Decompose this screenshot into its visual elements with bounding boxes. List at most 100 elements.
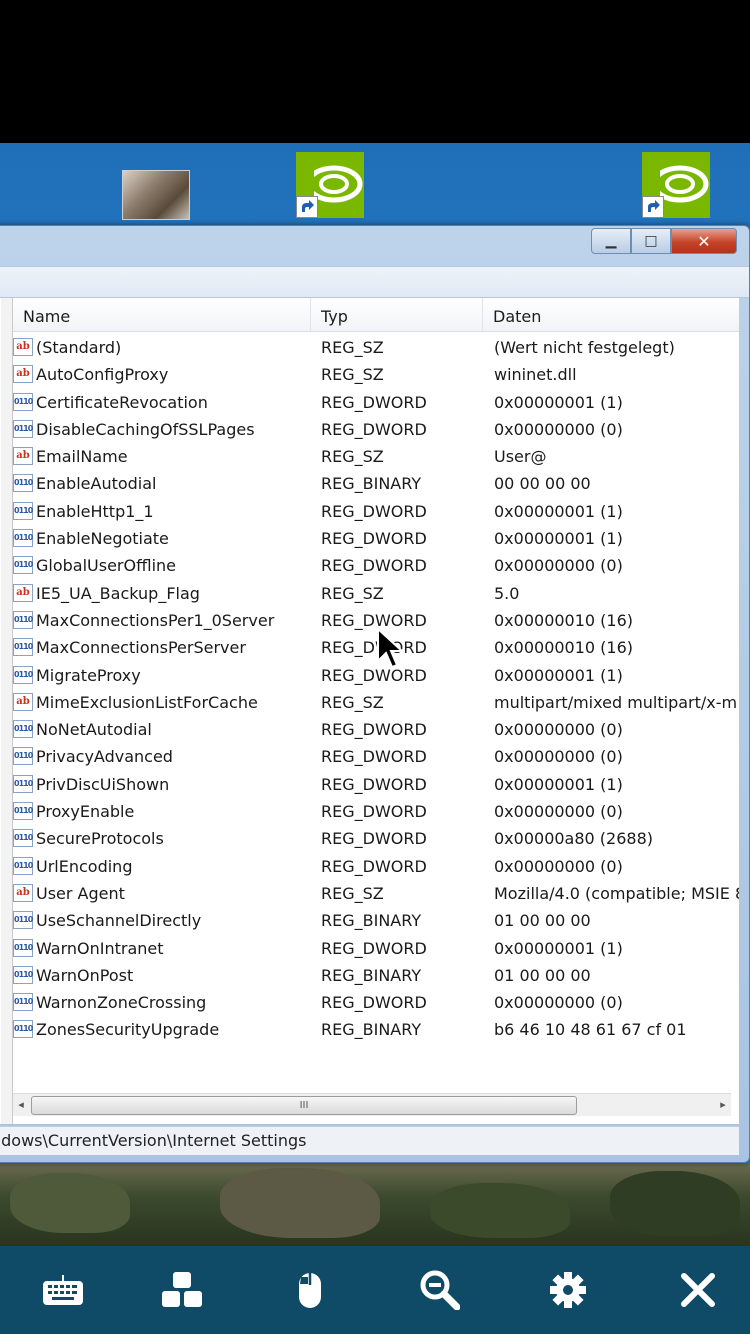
value-name: EmailName	[36, 447, 128, 467]
keyboard-button[interactable]	[0, 1246, 125, 1334]
registry-value-row[interactable]: 0110 GlobalUserOffline REG_DWORD 0x00000000…	[13, 552, 739, 579]
value-name: NoNetAutodial	[36, 720, 152, 740]
registry-value-row[interactable]: ab (Standard) REG_SZ (Wert nicht festgelegt…	[13, 334, 739, 361]
list-header: Name Typ Daten	[13, 298, 739, 332]
value-name: SecureProtocols	[36, 829, 164, 849]
binary-value-icon: 0110	[13, 556, 33, 575]
registry-value-row[interactable]: 0110 EnableNegotiate REG_DWORD 0x00000001 (…	[13, 525, 739, 552]
desktop-wallpaper-landscape	[0, 1163, 750, 1246]
settings-button[interactable]	[505, 1246, 630, 1334]
binary-value-icon: 0110	[13, 1020, 33, 1039]
menu-bar	[0, 266, 749, 298]
registry-value-row[interactable]: ab EmailName REG_SZ User@	[13, 443, 739, 470]
registry-value-row[interactable]: 0110 WarnOnPost REG_BINARY 01 00 00 00	[13, 962, 739, 989]
binary-value-icon: 0110	[13, 747, 33, 766]
value-data: wininet.dll	[494, 365, 577, 385]
value-name: PrivDiscUiShown	[36, 774, 170, 794]
value-type: REG_BINARY	[321, 911, 422, 931]
value-name: ZonesSecurityUpgrade	[36, 1020, 220, 1040]
value-name: MigrateProxy	[36, 665, 141, 685]
value-data: 0x00000001 (1)	[494, 501, 623, 521]
value-data: 5.0	[494, 583, 520, 603]
value-type: REG_SZ	[321, 338, 384, 357]
values-list-panel: Name Typ Daten ab (Standard) REG_SZ (Wert n…	[0, 298, 739, 1124]
disconnect-button[interactable]	[635, 1246, 750, 1334]
column-header-data[interactable]: Daten	[483, 298, 739, 331]
nvidia-shortcut-icon[interactable]	[296, 152, 364, 218]
registry-value-row[interactable]: ab AutoConfigProxy REG_SZ wininet.dll	[13, 361, 739, 388]
title-bar[interactable]: ▁ □ ✕	[0, 226, 749, 266]
maximize-button[interactable]: □	[631, 228, 671, 254]
registry-value-row[interactable]: 0110 EnableHttp1_1 REG_DWORD 0x00000001 (1)	[13, 498, 739, 525]
binary-value-icon: 0110	[13, 529, 33, 548]
horizontal-scrollbar[interactable]: ◂ III ▸	[13, 1093, 731, 1116]
value-type: REG_SZ	[321, 692, 384, 712]
binary-value-icon: 0110	[13, 938, 33, 957]
registry-value-row[interactable]: 0110 CertificateRevocation REG_DWORD 0x0000…	[13, 389, 739, 416]
value-data: 0x00000a80 (2688)	[494, 829, 653, 849]
value-type: REG_DWORD	[321, 419, 427, 439]
close-icon: ✕	[697, 231, 711, 251]
value-name: UrlEncoding	[36, 856, 133, 876]
remote-toolbar	[0, 1246, 750, 1334]
registry-value-row[interactable]: 0110 NoNetAutodial REG_DWORD 0x00000000 (0)	[13, 716, 739, 743]
registry-value-row[interactable]: 0110 PrivacyAdvanced REG_DWORD 0x00000000 (…	[13, 743, 739, 770]
value-name: UseSchannelDirectly	[36, 911, 202, 931]
top-black-bar	[0, 0, 750, 143]
registry-value-row[interactable]: 0110 EnableAutodial REG_BINARY 00 00 00 00	[13, 470, 739, 497]
registry-value-row[interactable]: 0110 PrivDiscUiShown REG_DWORD 0x00000001 (…	[13, 771, 739, 798]
minimize-button[interactable]: ▁	[591, 228, 631, 254]
value-type: REG_DWORD	[321, 720, 427, 740]
scroll-left-icon[interactable]: ◂	[13, 1097, 29, 1113]
nvidia-shortcut-icon-2[interactable]	[642, 152, 710, 218]
dashboard-button[interactable]	[120, 1246, 245, 1334]
value-data: 0x00000001 (1)	[494, 774, 623, 794]
scroll-thumb[interactable]: III	[31, 1096, 577, 1115]
value-type: REG_DWORD	[321, 556, 427, 576]
value-name: MimeExclusionListForCache	[36, 692, 258, 712]
registry-value-row[interactable]: 0110 WarnonZoneCrossing REG_DWORD 0x0000000…	[13, 989, 739, 1016]
binary-value-icon: 0110	[13, 638, 33, 657]
registry-value-row[interactable]: 0110 UseSchannelDirectly REG_BINARY 01 00 0…	[13, 907, 739, 934]
value-type: REG_DWORD	[321, 938, 427, 958]
value-name: IE5_UA_Backup_Flag	[36, 583, 200, 603]
value-name: ProxyEnable	[36, 802, 135, 822]
registry-editor-window: ▁ □ ✕ Name Typ Daten ab (Standard) REG_SZ(…	[0, 225, 750, 1163]
value-data: 0x00000001 (1)	[494, 529, 623, 549]
minimize-icon: ▁	[605, 233, 617, 249]
registry-value-row[interactable]: 0110 WarnOnIntranet REG_DWORD 0x00000001 (1…	[13, 935, 739, 962]
value-name: AutoConfigProxy	[36, 365, 169, 385]
registry-value-row[interactable]: 0110 SecureProtocols REG_DWORD 0x00000a80 (…	[13, 825, 739, 852]
value-data: 0x00000000 (0)	[494, 802, 623, 822]
registry-value-row[interactable]: ab IE5_UA_Backup_Flag REG_SZ 5.0	[13, 580, 739, 607]
registry-value-row[interactable]: ab User Agent REG_SZ Mozilla/4.0 (compatibl…	[13, 880, 739, 907]
value-name: WarnonZoneCrossing	[36, 993, 207, 1013]
column-header-type[interactable]: Typ	[311, 298, 483, 331]
binary-value-icon: 0110	[13, 720, 33, 739]
registry-value-row[interactable]: 0110 ZonesSecurityUpgrade REG_BINARY b6 46 …	[13, 1016, 739, 1043]
value-data: multipart/mixed multipart/x-m	[494, 692, 738, 712]
close-window-button[interactable]: ✕	[671, 228, 737, 254]
value-type: REG_DWORD	[321, 665, 427, 685]
tree-pane-edge[interactable]	[1, 298, 13, 1124]
registry-value-row[interactable]: 0110 DisableCachingOfSSLPages REG_DWORD 0x0…	[13, 416, 739, 443]
registry-value-row[interactable]: 0110 UrlEncoding REG_DWORD 0x00000000 (0)	[13, 853, 739, 880]
value-data: 0x00000001 (1)	[494, 392, 623, 412]
registry-value-row[interactable]: ab MimeExclusionListForCache REG_SZ multipa…	[13, 689, 739, 716]
column-header-name[interactable]: Name	[13, 298, 311, 331]
value-type: REG_DWORD	[321, 747, 427, 767]
binary-value-icon: 0110	[13, 802, 33, 821]
binary-value-icon: 0110	[13, 856, 33, 875]
value-data: 0x00000000 (0)	[494, 993, 623, 1013]
shortcut-arrow-icon	[296, 196, 318, 218]
value-data: 01 00 00 00	[494, 965, 591, 985]
mouse-mode-button[interactable]	[247, 1246, 372, 1334]
registry-value-row[interactable]: 0110 ProxyEnable REG_DWORD 0x00000000 (0)	[13, 798, 739, 825]
value-type: REG_DWORD	[321, 829, 427, 849]
mouse-pointer-icon	[376, 626, 406, 675]
keyboard-icon	[42, 1275, 83, 1305]
scroll-right-icon[interactable]: ▸	[715, 1097, 731, 1113]
value-data: 0x00000010 (16)	[494, 610, 634, 630]
zoom-out-button[interactable]	[377, 1246, 502, 1334]
desktop-photo-icon[interactable]	[122, 170, 190, 220]
